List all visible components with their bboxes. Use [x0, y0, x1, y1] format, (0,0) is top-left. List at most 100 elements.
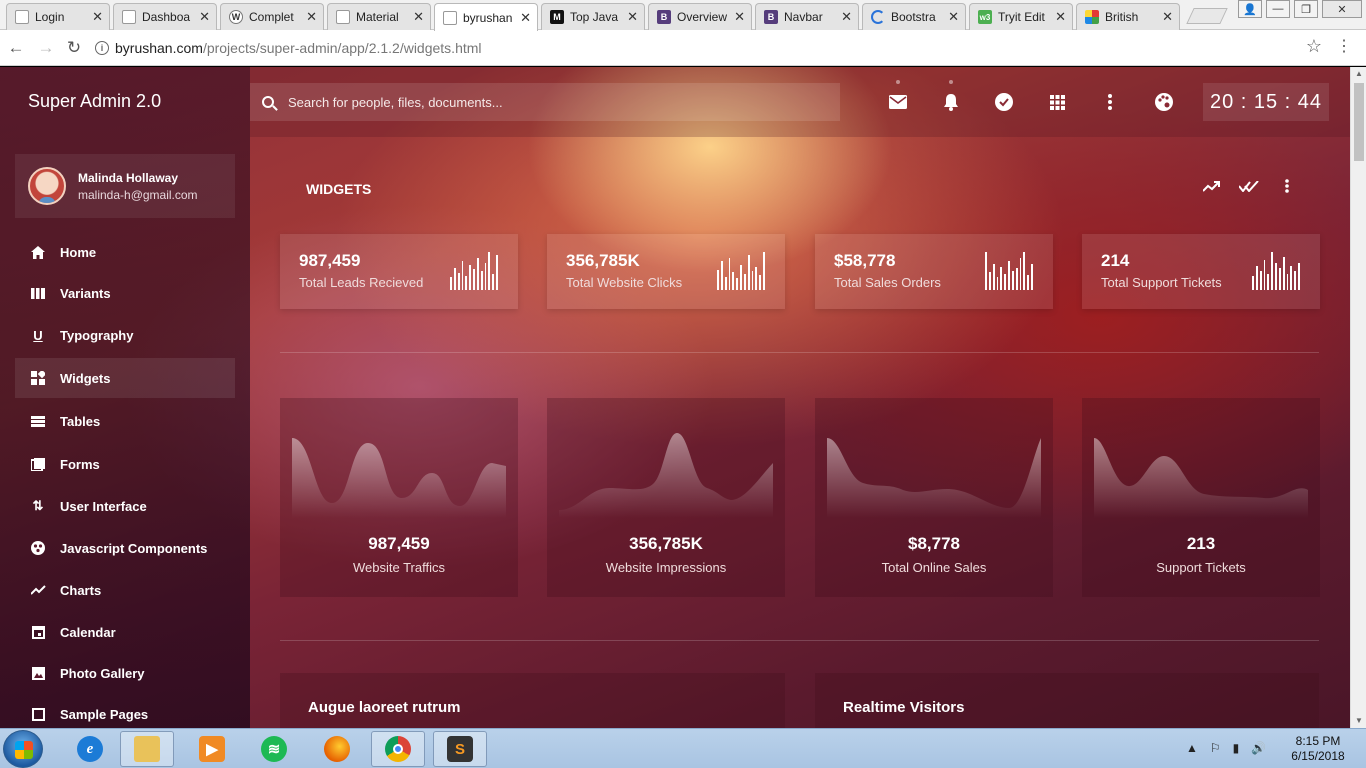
palette-icon[interactable]	[1154, 92, 1174, 112]
search-input[interactable]: Search for people, files, documents...	[250, 83, 840, 121]
sidebar-item-home[interactable]: Home	[15, 232, 235, 272]
stat-value: $58,778	[834, 251, 896, 270]
done-all-icon[interactable]	[1238, 179, 1260, 197]
sparkline-bar	[1294, 271, 1297, 290]
close-icon[interactable]: ✕	[413, 9, 424, 25]
sparkline-bar	[1271, 252, 1274, 290]
sidebar-item-charts[interactable]: Charts	[15, 570, 235, 610]
restore-button[interactable]: ❐	[1294, 0, 1318, 18]
sidebar-item-user-interface[interactable]: ⇅ User Interface	[15, 486, 235, 526]
close-icon[interactable]: ✕	[1055, 9, 1066, 25]
scroll-down-icon[interactable]: ▼	[1351, 714, 1366, 728]
page-title: WIDGETS	[306, 181, 372, 197]
close-icon[interactable]: ✕	[948, 9, 959, 25]
info-icon[interactable]: i	[95, 41, 109, 55]
sidebar-item-javascript-components[interactable]: Javascript Components	[15, 528, 235, 568]
more-vert-icon[interactable]	[1276, 179, 1298, 197]
flag-icon[interactable]: ⚐	[1210, 741, 1221, 755]
new-tab-button[interactable]	[1186, 8, 1228, 24]
browser-tab-active[interactable]: byrushan ✕	[434, 3, 538, 31]
apps-grid-icon[interactable]	[1047, 92, 1067, 112]
volume-icon[interactable]: 🔊	[1251, 741, 1266, 755]
sublime-text-icon[interactable]: S	[433, 731, 487, 767]
url-input[interactable]: i byrushan.com/projects/super-admin/app/…	[91, 34, 1331, 62]
browser-tab[interactable]: W Complet ✕	[220, 3, 324, 30]
panel-card: Augue laoreet rutrum	[280, 673, 785, 728]
minimize-button[interactable]: —	[1266, 0, 1290, 18]
browser-tab[interactable]: B Navbar ✕	[755, 3, 859, 30]
spotify-icon[interactable]: ≋	[247, 731, 301, 767]
scroll-thumb[interactable]	[1354, 83, 1364, 161]
sidebar-item-tables[interactable]: Tables	[15, 401, 235, 441]
network-icon[interactable]: ▮	[1233, 741, 1240, 755]
bell-icon[interactable]	[941, 92, 961, 112]
sidebar-item-widgets[interactable]: Widgets	[15, 358, 235, 398]
close-window-button[interactable]: ✕	[1322, 0, 1362, 18]
close-icon[interactable]: ✕	[1162, 9, 1173, 25]
show-hidden-icons-icon[interactable]: ▲	[1186, 741, 1198, 755]
check-circle-icon[interactable]	[994, 92, 1014, 112]
sidebar-item-sample-pages[interactable]: Sample Pages	[15, 694, 235, 728]
user-profile[interactable]: Malinda Hollaway malinda-h@gmail.com	[15, 154, 235, 218]
browser-tab[interactable]: w3 Tryit Edit ✕	[969, 3, 1073, 30]
sidebar-item-typography[interactable]: U Typography	[15, 315, 235, 355]
page-icon	[336, 10, 350, 24]
overview-value: 987,459	[368, 534, 430, 553]
unread-dot	[896, 80, 900, 84]
sidebar-item-variants[interactable]: Variants	[15, 273, 235, 313]
start-button[interactable]	[3, 730, 43, 768]
page-scrollbar[interactable]: ▲ ▼	[1350, 67, 1366, 728]
sidebar-item-photo-gallery[interactable]: Photo Gallery	[15, 653, 235, 693]
sparkline-bar	[473, 269, 475, 290]
close-icon[interactable]: ✕	[841, 9, 852, 25]
file-explorer-icon[interactable]	[120, 731, 174, 767]
close-icon[interactable]: ✕	[306, 9, 317, 25]
browser-tab[interactable]: British ✕	[1076, 3, 1180, 30]
wave-chart	[559, 433, 773, 518]
internet-explorer-icon[interactable]: e	[63, 731, 117, 767]
close-icon[interactable]: ✕	[199, 9, 210, 25]
sparkline-bar	[469, 265, 472, 290]
sparkline-bar	[740, 265, 742, 290]
brand-title[interactable]: Super Admin 2.0	[28, 91, 161, 112]
page-icon	[122, 10, 136, 24]
sparkline-bars	[985, 252, 1033, 290]
sparkline-bar	[496, 255, 498, 290]
browser-tab[interactable]: Login ✕	[6, 3, 110, 30]
sparkline-bar	[1027, 275, 1030, 290]
close-icon[interactable]: ✕	[520, 10, 531, 26]
system-clock[interactable]: 8:15 PM 6/15/2018	[1283, 734, 1353, 764]
tab-label: Overview	[677, 10, 728, 24]
trending-icon[interactable]	[1200, 179, 1222, 197]
back-arrow-icon[interactable]: ←	[6, 38, 26, 58]
user-icon[interactable]: 👤	[1238, 0, 1262, 18]
browser-tab[interactable]: Dashboa ✕	[113, 3, 217, 30]
more-vert-icon[interactable]	[1100, 92, 1120, 112]
browser-tab[interactable]: B Overview ✕	[648, 3, 752, 30]
chrome-icon[interactable]	[371, 731, 425, 767]
sidebar-item-label: Calendar	[60, 624, 116, 640]
mail-icon[interactable]	[888, 92, 908, 112]
close-icon[interactable]: ✕	[734, 9, 745, 25]
tab-label: Tryit Edit	[998, 10, 1045, 24]
browser-tab[interactable]: Material ✕	[327, 3, 431, 30]
close-icon[interactable]: ✕	[92, 9, 103, 25]
sidebar-item-forms[interactable]: Forms	[15, 444, 235, 484]
overview-card: 987,459 Website Traffics	[280, 398, 518, 597]
sidebar-item-label: Variants	[60, 285, 111, 301]
bookmark-star-icon[interactable]: ☆	[1306, 36, 1322, 57]
bootstrap-icon: B	[764, 10, 778, 24]
browser-tab[interactable]: M Top Java ✕	[541, 3, 645, 30]
reload-icon[interactable]: ↻	[64, 38, 84, 58]
forward-arrow-icon[interactable]: →	[36, 38, 56, 58]
unread-dot	[949, 80, 953, 84]
overview-card: $8,778 Total Online Sales	[815, 398, 1053, 597]
browser-menu-icon[interactable]: ⋮	[1336, 36, 1352, 56]
close-icon[interactable]: ✕	[627, 9, 638, 25]
media-player-icon[interactable]: ▶	[185, 731, 239, 767]
firefox-icon[interactable]	[310, 731, 364, 767]
scroll-up-icon[interactable]: ▲	[1351, 67, 1366, 81]
browser-tab[interactable]: Bootstra ✕	[862, 3, 966, 30]
overview-card: 213 Support Tickets	[1082, 398, 1320, 597]
sidebar-item-calendar[interactable]: Calendar	[15, 612, 235, 652]
